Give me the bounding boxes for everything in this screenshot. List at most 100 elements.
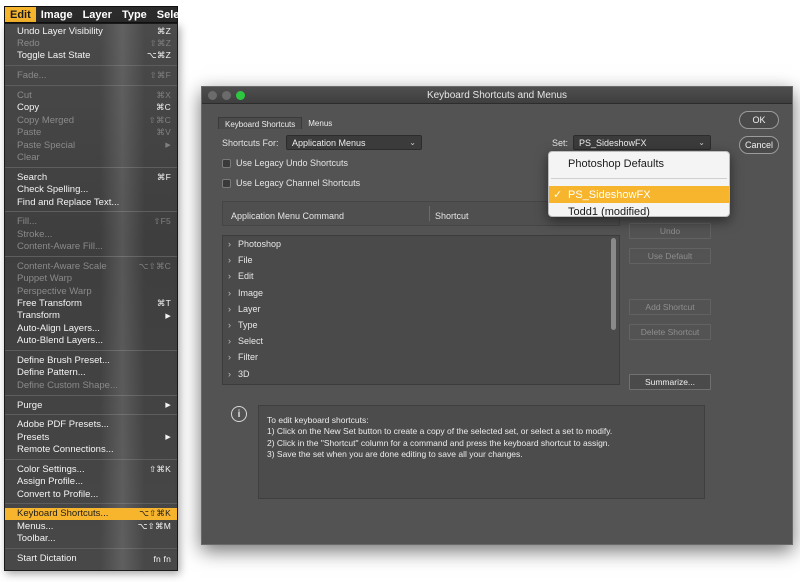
menu-item-free-transform[interactable]: Free Transform ⌘T [5,297,177,309]
popup-separator [551,178,727,179]
menu-item-check-spelling[interactable]: Check Spelling... [5,183,177,195]
summarize-button[interactable]: Summarize... [629,374,711,390]
ok-button[interactable]: OK [739,111,779,129]
legacy-undo-option[interactable]: Use Legacy Undo Shortcuts [222,158,348,168]
info-line: 2) Click in the "Shortcut" column for a … [267,437,610,448]
cancel-button[interactable]: Cancel [739,136,779,154]
menu-item-label: Search [17,171,48,183]
menu-separator [5,458,177,460]
menu-item-label: Keyboard Shortcuts... [17,508,109,520]
zoom-window-icon[interactable] [236,91,245,100]
command-row-select[interactable]: › Select [223,333,619,349]
shortcuts-for-dropdown[interactable]: Application Menus ⌄ [286,135,422,150]
legacy-channel-label: Use Legacy Channel Shortcuts [236,178,361,188]
menu-bar: Edit Image Layer Type Select [4,6,189,23]
set-option-todd1[interactable]: Todd1 (modified) [549,203,729,220]
minimize-window-icon[interactable] [222,91,231,100]
chevron-right-icon[interactable]: › [228,288,238,298]
tab-menus[interactable]: Menus [302,117,338,129]
menu-item-start-dictation[interactable]: Start Dictation fn fn [5,552,177,564]
chevron-right-icon[interactable]: › [228,352,238,362]
command-row-photoshop[interactable]: › Photoshop [223,236,619,252]
undo-button[interactable]: Undo [629,223,711,239]
menu-item-define-brush-preset[interactable]: Define Brush Preset... [5,354,177,366]
menu-item-presets[interactable]: Presets ▶ [5,431,177,443]
command-row-layer[interactable]: › Layer [223,301,619,317]
menu-item-shortcut: ⌘T [156,298,171,309]
chevron-right-icon[interactable]: › [228,320,238,330]
menu-item-undo-layer-visibility[interactable]: Undo Layer Visibility ⌘Z [5,25,177,37]
set-option-ps-sideshowfx[interactable]: ✓ PS_SideshowFX [549,186,729,203]
tab-keyboard-shortcuts[interactable]: Keyboard Shortcuts [218,117,303,129]
menu-separator [5,349,177,351]
command-row-edit[interactable]: › Edit [223,268,619,284]
command-row-type[interactable]: › Type [223,317,619,333]
menu-item-keyboard-shortcuts[interactable]: Keyboard Shortcuts... ⌥⇧⌘K [5,507,177,521]
legacy-undo-checkbox[interactable] [222,158,231,168]
legacy-channel-option[interactable]: Use Legacy Channel Shortcuts [222,178,360,188]
chevron-right-icon[interactable]: › [228,271,238,281]
close-window-icon[interactable] [208,91,217,100]
menu-item-shortcut: ⌘C [155,102,171,113]
menu-item-adobe-pdf-presets[interactable]: Adobe PDF Presets... [5,419,177,431]
command-label: Image [238,287,264,298]
dialog-titlebar: Keyboard Shortcuts and Menus [202,87,792,104]
menu-item-copy[interactable]: Copy ⌘C [5,102,177,114]
menu-item-shortcut: ⇧⌘C [148,114,171,125]
menu-item-label: Remote Connections... [17,444,114,456]
menu-item-shortcut: ⇧F5 [153,216,171,227]
menu-item-purge[interactable]: Purge ▶ [5,399,177,411]
chevron-right-icon[interactable]: › [228,369,238,379]
menu-item-find-and-replace-text[interactable]: Find and Replace Text... [5,196,177,208]
chevron-right-icon[interactable]: › [228,336,238,346]
menu-item-auto-blend-layers[interactable]: Auto-Blend Layers... [5,335,177,347]
set-option-label: Todd1 (modified) [568,205,650,218]
menu-item-stroke: Stroke... [5,228,177,240]
menubar-type[interactable]: Type [117,7,152,22]
chevron-right-icon[interactable]: › [228,239,238,249]
menubar-layer[interactable]: Layer [78,7,117,22]
menu-item-label: Paste [17,127,42,139]
command-row-filter[interactable]: › Filter [223,349,619,365]
chevron-right-icon[interactable]: › [228,255,238,265]
menu-item-shortcut: ⌘X [156,90,171,101]
menubar-edit[interactable]: Edit [5,7,36,22]
command-label: Edit [238,271,254,282]
add-shortcut-button[interactable]: Add Shortcut [629,299,711,315]
use-default-button[interactable]: Use Default [629,248,711,264]
command-list: › Photoshop › File › Edit › Image › Layer › Type › Se… [222,235,620,385]
menu-item-assign-profile[interactable]: Assign Profile... [5,476,177,488]
delete-shortcut-button[interactable]: Delete Shortcut [629,324,711,340]
command-row-file[interactable]: › File [223,252,619,268]
set-option-photoshop-defaults[interactable]: Photoshop Defaults [549,154,729,173]
edit-menu: Undo Layer Visibility ⌘Z Redo ⇧⌘Z Toggle Las… [4,23,178,571]
scrollbar-thumb[interactable] [611,238,616,330]
menu-item-toggle-last-state[interactable]: Toggle Last State ⌥⌘Z [5,50,177,62]
menubar-image[interactable]: Image [36,7,78,22]
menu-item-auto-align-layers[interactable]: Auto-Align Layers... [5,322,177,334]
shortcuts-for-label: Shortcuts For: [222,138,279,148]
menu-item-define-pattern[interactable]: Define Pattern... [5,367,177,379]
menu-item-color-settings[interactable]: Color Settings... ⇧⌘K [5,463,177,475]
menu-separator [5,394,177,396]
command-row-3d[interactable]: › 3D [223,366,619,382]
column-header-command[interactable]: Application Menu Command [231,211,344,221]
menu-separator [5,503,177,505]
menu-item-search[interactable]: Search ⌘F [5,171,177,183]
legacy-channel-checkbox[interactable] [222,178,231,188]
menubar-select[interactable]: Select [152,7,194,22]
menu-item-transform[interactable]: Transform ▶ [5,310,177,322]
set-dropdown[interactable]: PS_SideshowFX ⌄ [573,135,711,150]
command-row-image[interactable]: › Image [223,285,619,301]
column-header-shortcut[interactable]: Shortcut [435,211,469,221]
menu-item-cut: Cut ⌘X [5,89,177,101]
set-option-label: Photoshop Defaults [568,157,665,170]
menu-item-remote-connections[interactable]: Remote Connections... [5,443,177,455]
menu-item-label: Define Custom Shape... [17,379,118,391]
menu-item-menus[interactable]: Menus... ⌥⇧⌘M [5,520,177,532]
chevron-right-icon[interactable]: › [228,304,238,314]
menu-item-toolbar[interactable]: Toolbar... [5,533,177,545]
menu-item-label: Menus... [17,520,54,532]
menu-item-convert-to-profile[interactable]: Convert to Profile... [5,488,177,500]
menu-item-label: Auto-Blend Layers... [17,335,104,347]
